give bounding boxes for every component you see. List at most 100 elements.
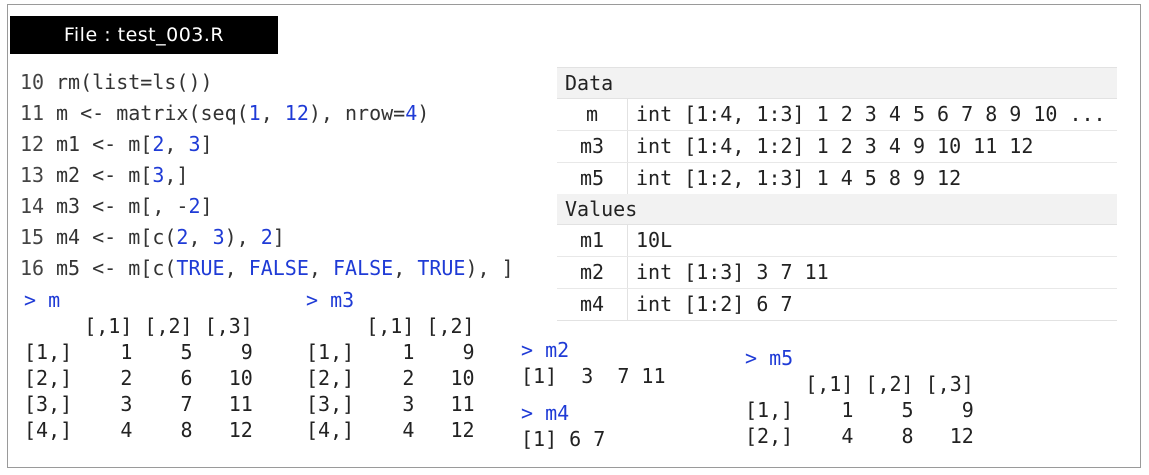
code-line: 12 m1 <- m[2, 3]: [20, 129, 514, 160]
code-text: ]: [200, 132, 213, 156]
line-number: 10: [20, 70, 45, 94]
line-number: 15: [20, 225, 45, 249]
console-output-line: [1,] 1 9: [306, 340, 475, 364]
code-literal: TRUE: [176, 256, 225, 280]
env-variable-name: m4: [557, 289, 628, 320]
code-literal: 2: [176, 225, 189, 249]
code-text: ,: [308, 256, 333, 280]
env-variable-value: int [1:4, 1:3] 1 2 3 4 5 6 7 8 9 10 ...: [636, 102, 1106, 126]
line-number: 12: [20, 132, 45, 156]
console-output-m5: > m5 [,1] [,2] [,3] [1,] 1 5 9 [2,] 4 8 12: [745, 345, 974, 449]
console-prompt: > m4: [521, 401, 570, 425]
console-output-line: [1,] 1 5 9: [745, 398, 974, 422]
console-output-line: [4,] 4 12: [306, 418, 475, 442]
code-literal: 4: [405, 101, 418, 125]
env-variable-row[interactable]: m int [1:4, 1:3] 1 2 3 4 5 6 7 8 9 10 ...: [557, 99, 1117, 131]
console-matrix: [,1] [,2] [1,] 1 9 [2,] 2 10 [3,] 3 11 [4,] …: [306, 313, 475, 443]
env-variable-row[interactable]: m4 int [1:2] 6 7: [557, 289, 1117, 320]
code-literal: FALSE: [248, 256, 309, 280]
code-literal: 2: [260, 225, 273, 249]
env-value-rows: m1 10L m2 int [1:3] 3 7 11 m4 int [1:2] 6 7: [557, 225, 1117, 320]
code-text: rm(list=ls()): [56, 70, 213, 94]
console-output-m4: > m4 [1] 6 7: [521, 400, 605, 452]
console-prompt: > m5: [745, 346, 794, 370]
console-output-line: [2,] 2 10: [306, 366, 475, 390]
code-line: 15 m4 <- m[c(2, 3), 2]: [20, 222, 514, 253]
console-output-m: > m [,1] [,2] [,3] [1,] 1 5 9 [2,] 2 6 10[…: [24, 287, 253, 443]
env-variable-value: int [1:2, 1:3] 1 4 5 8 9 12: [636, 166, 962, 190]
environment-pane: Data m int [1:4, 1:3] 1 2 3 4 5 6 7 8 9 1…: [557, 67, 1117, 321]
code-editor[interactable]: 10 rm(list=ls()) 11 m <- matrix(seq(1, 12),…: [20, 67, 514, 284]
console-vector: [1] 3 7 11: [521, 363, 666, 389]
env-variable-name: m: [557, 99, 628, 130]
env-variable-name: m5: [557, 163, 628, 194]
console-vector: [1] 6 7: [521, 426, 605, 452]
env-variable-row[interactable]: m1 10L: [557, 225, 1117, 257]
code-text: m1 <- m[: [56, 132, 153, 156]
code-literal: 2: [152, 132, 165, 156]
console-prompt: > m3: [306, 288, 355, 312]
line-number: 11: [20, 101, 45, 125]
code-text: ,]: [164, 163, 189, 187]
env-variable-row[interactable]: m2 int [1:3] 3 7 11: [557, 257, 1117, 289]
console-matrix: [,1] [,2] [,3] [1,] 1 5 9 [2,] 2 6 10 [3,] …: [24, 313, 253, 443]
code-text: ), ]: [465, 256, 514, 280]
env-variable-name: m1: [557, 225, 628, 256]
code-text: ),: [224, 225, 261, 249]
code-line: 14 m3 <- m[, -2]: [20, 191, 514, 222]
console-output-line: [,1] [,2] [,3]: [24, 314, 253, 338]
code-text: ]: [272, 225, 285, 249]
code-literal: FALSE: [333, 256, 394, 280]
code-literal: 3: [188, 132, 201, 156]
code-text: ,: [224, 256, 249, 280]
env-variable-row[interactable]: m3 int [1:4, 1:2] 1 2 3 4 9 10 11 12: [557, 131, 1117, 163]
file-label: File : test_003.R: [10, 16, 278, 54]
code-text: m3 <- m[, -: [56, 194, 189, 218]
code-literal: 2: [188, 194, 201, 218]
code-line: 11 m <- matrix(seq(1, 12), nrow=4): [20, 98, 514, 129]
code-literal: 3: [152, 163, 165, 187]
console-matrix: [,1] [,2] [,3] [1,] 1 5 9 [2,] 4 8 12: [745, 371, 974, 449]
line-number: 14: [20, 194, 45, 218]
console-output-line: [2,] 2 6 10: [24, 366, 253, 390]
console-prompt: > m: [24, 288, 61, 312]
env-values-header: Values: [557, 194, 1117, 225]
console-prompt: > m2: [521, 338, 570, 362]
env-data-header: Data: [557, 68, 1117, 99]
code-line: 10 rm(list=ls()): [20, 67, 514, 98]
env-data-rows: m int [1:4, 1:3] 1 2 3 4 5 6 7 8 9 10 ...…: [557, 99, 1117, 194]
console-output-line: [,1] [,2] [,3]: [745, 372, 974, 396]
code-literal: TRUE: [417, 256, 466, 280]
code-text: ]: [200, 194, 213, 218]
code-text: m4 <- m[c(: [56, 225, 177, 249]
console-output-line: [3,] 3 11: [306, 392, 475, 416]
env-variable-name: m3: [557, 131, 628, 162]
env-variable-value: 10L: [636, 228, 673, 252]
code-literal: 3: [212, 225, 225, 249]
code-line: 13 m2 <- m[3,]: [20, 160, 514, 191]
console-output-line: [1] 3 7 11: [521, 364, 666, 388]
console-output-line: [,1] [,2]: [306, 314, 475, 338]
code-text: m5 <- m[c(: [56, 256, 177, 280]
console-output-line: [2,] 4 8 12: [745, 424, 974, 448]
code-text: m2 <- m[: [56, 163, 153, 187]
code-text: ): [417, 101, 430, 125]
env-variable-name: m2: [557, 257, 628, 288]
console-output-line: [1] 6 7: [521, 427, 606, 451]
code-text: ,: [164, 132, 189, 156]
code-text: ,: [393, 256, 418, 280]
console-output-line: [1,] 1 5 9: [24, 340, 253, 364]
console-output-m3: > m3 [,1] [,2] [1,] 1 9 [2,] 2 10 [3,] 3 11…: [306, 287, 475, 443]
line-number: 13: [20, 163, 45, 187]
env-variable-value: int [1:3] 3 7 11: [636, 260, 829, 284]
console-output-line: [4,] 4 8 12: [24, 418, 253, 442]
code-text: ), nrow=: [308, 101, 406, 125]
env-variable-value: int [1:2] 6 7: [636, 292, 793, 316]
env-variable-row[interactable]: m5 int [1:2, 1:3] 1 4 5 8 9 12: [557, 163, 1117, 194]
code-line: 16 m5 <- m[c(TRUE, FALSE, FALSE, TRUE), ]: [20, 253, 514, 284]
code-text: ,: [188, 225, 213, 249]
env-variable-value: int [1:4, 1:2] 1 2 3 4 9 10 11 12: [636, 134, 1034, 158]
console-output-line: [3,] 3 7 11: [24, 392, 253, 416]
code-literal: 12: [284, 101, 309, 125]
code-text: ,: [260, 101, 285, 125]
